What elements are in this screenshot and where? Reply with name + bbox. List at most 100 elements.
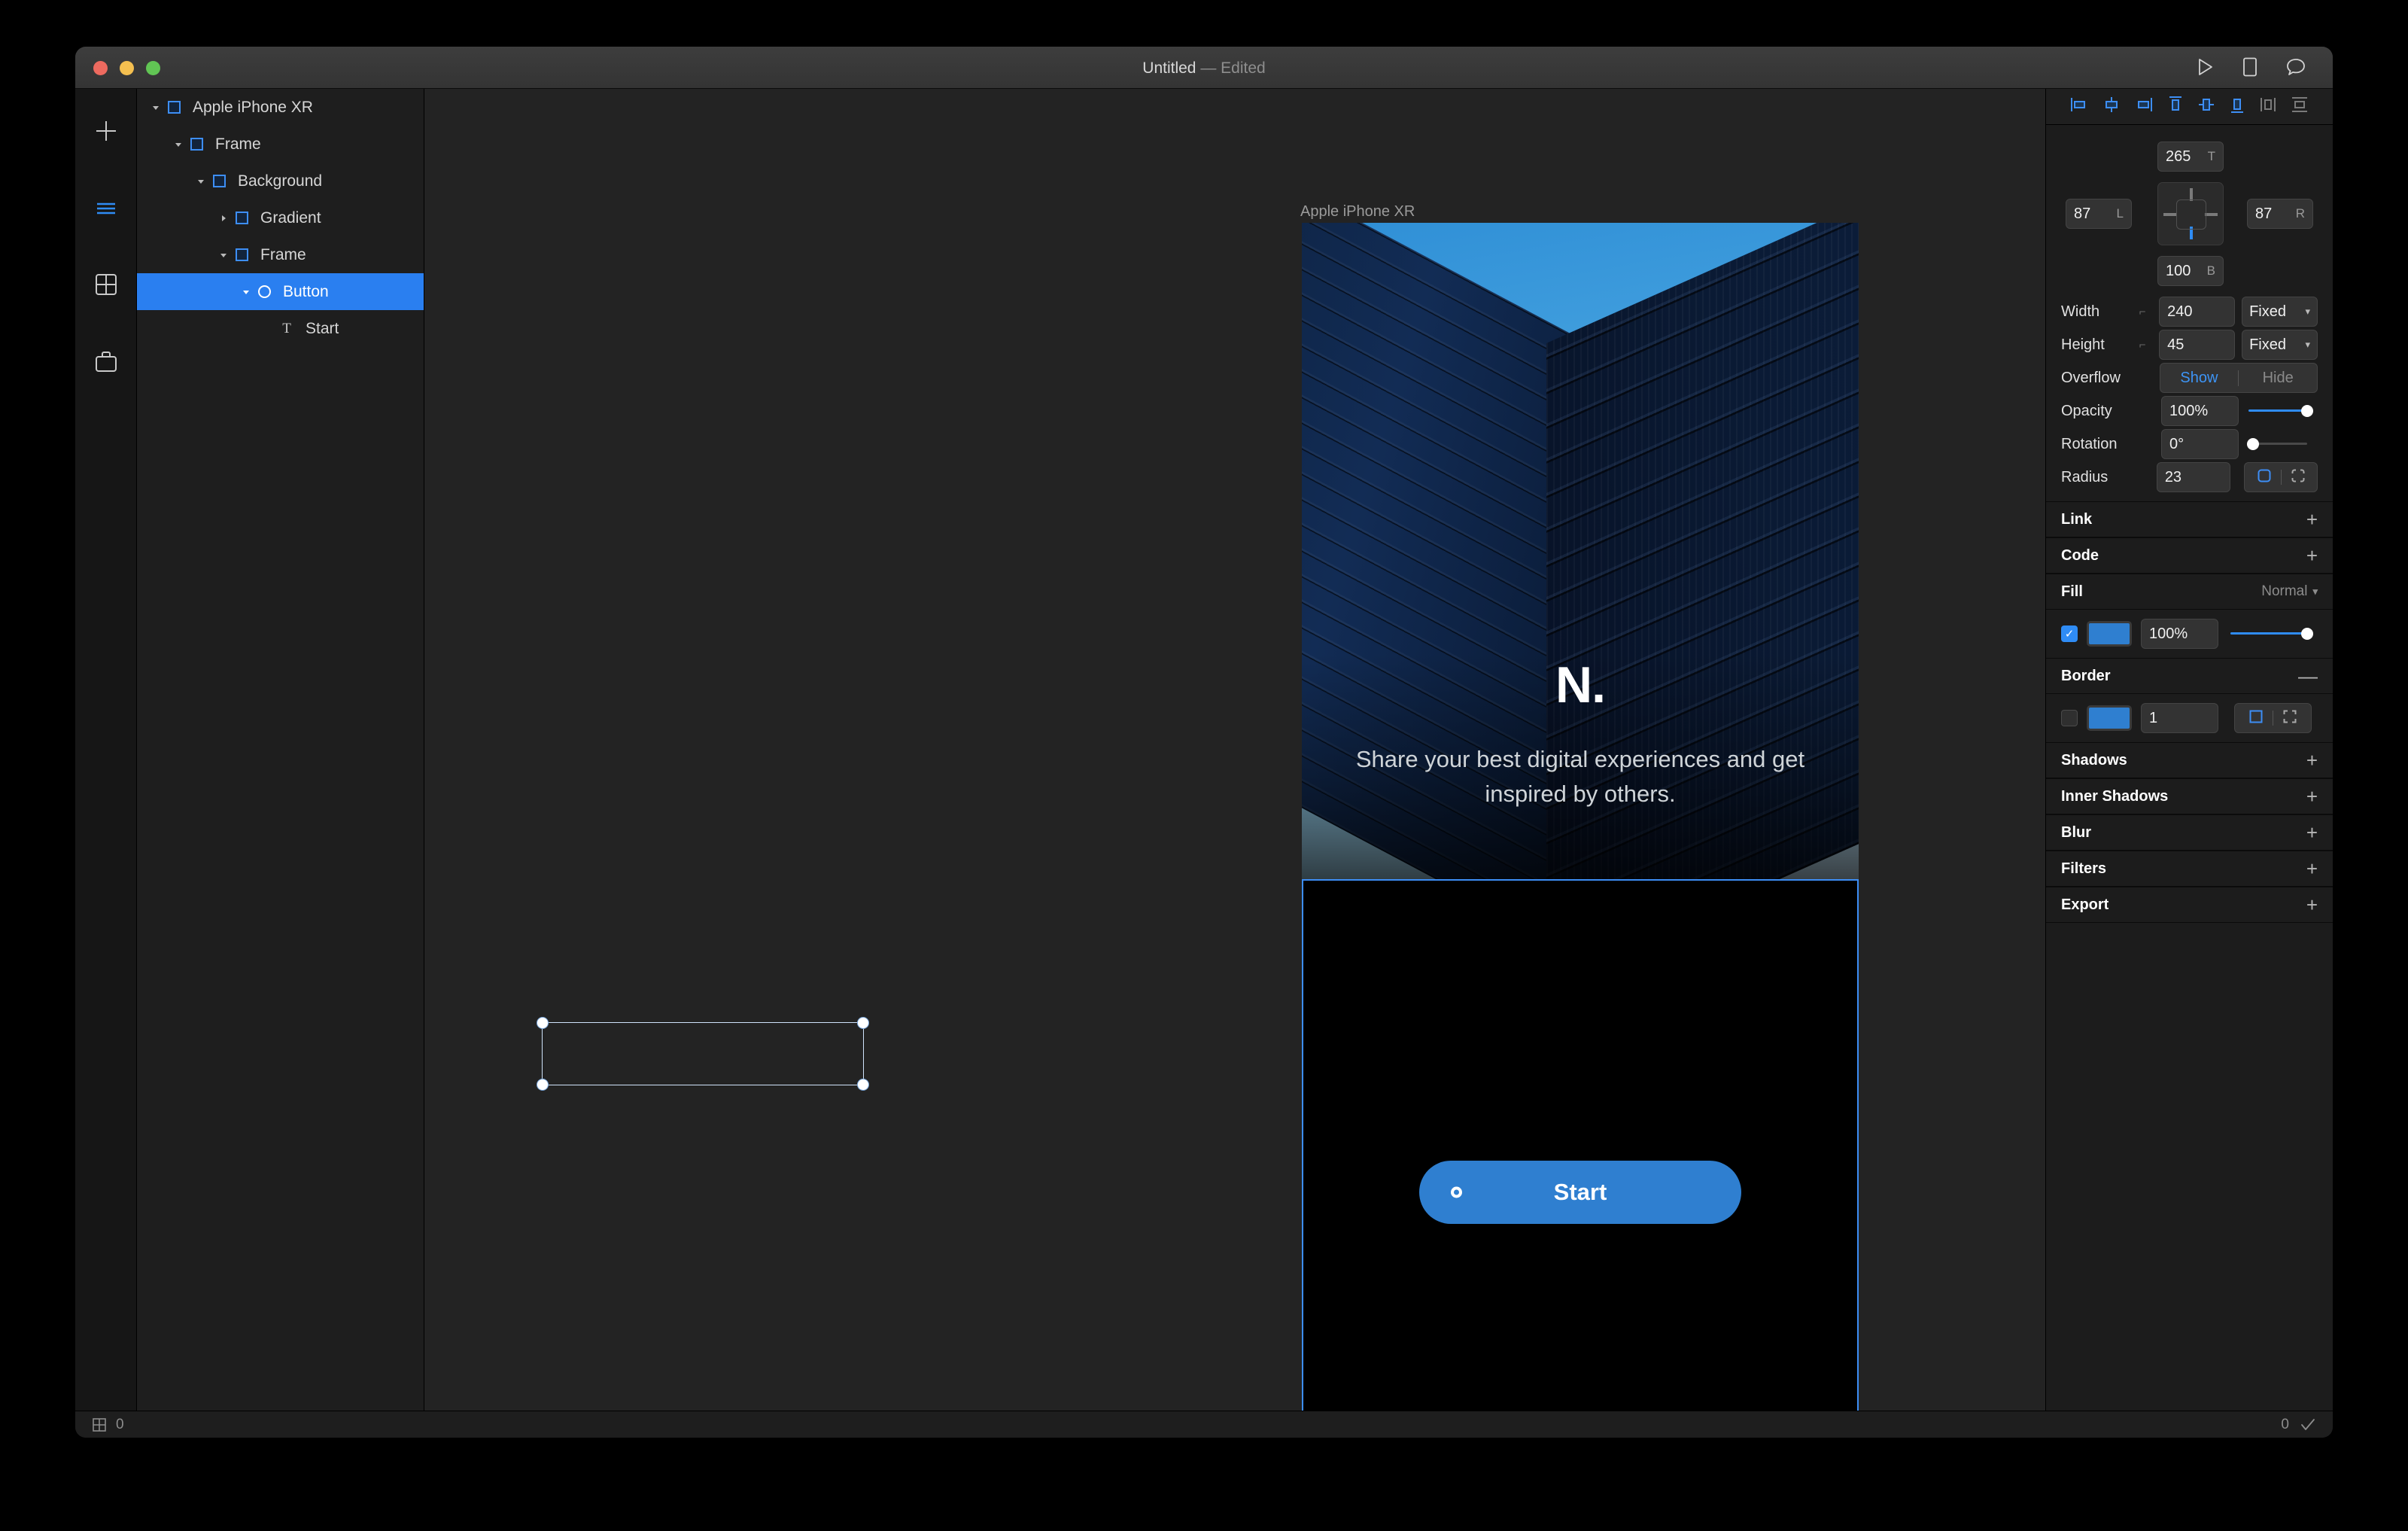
- opacity-slider[interactable]: [2245, 396, 2318, 426]
- remove-border-button[interactable]: —: [2298, 666, 2318, 686]
- layer-label: Background: [238, 172, 323, 190]
- distribute-vertical-icon[interactable]: [2290, 96, 2309, 117]
- border-mode-toggle[interactable]: [2234, 703, 2312, 733]
- border-individual-icon[interactable]: [2282, 709, 2297, 728]
- start-button[interactable]: Start: [1419, 1161, 1741, 1224]
- opacity-field[interactable]: 100%: [2161, 396, 2239, 426]
- disclosure-open-icon[interactable]: [170, 140, 187, 149]
- constraint-top-field[interactable]: 265 T: [2157, 142, 2224, 172]
- fill-color-swatch[interactable]: [2087, 621, 2132, 647]
- radius-field[interactable]: 23: [2156, 462, 2231, 492]
- fill-opacity-slider[interactable]: [2227, 619, 2318, 649]
- layers-icon[interactable]: [87, 188, 126, 227]
- resize-handle-bottom-right[interactable]: [857, 1079, 869, 1091]
- comment-icon[interactable]: [2286, 58, 2306, 76]
- border-uniform-icon[interactable]: [2248, 709, 2264, 728]
- window-title: Untitled — Edited: [75, 59, 2333, 78]
- section-blur[interactable]: Blur +: [2046, 814, 2333, 851]
- constraint-bottom-field[interactable]: 100 B: [2157, 256, 2224, 286]
- section-code[interactable]: Code +: [2046, 537, 2333, 574]
- grid-icon[interactable]: [92, 1417, 107, 1432]
- constraint-right-value: 87: [2255, 205, 2273, 222]
- disclosure-open-icon[interactable]: [238, 288, 254, 297]
- constraint-pin-box[interactable]: [2157, 182, 2224, 245]
- pin-right[interactable]: [2205, 213, 2218, 216]
- layer-row-background[interactable]: Background: [137, 163, 424, 199]
- section-fill[interactable]: Fill Normal ▾: [2046, 574, 2333, 610]
- fill-opacity-field[interactable]: 100%: [2141, 619, 2218, 649]
- artboard[interactable]: N. Share your best digital experiences a…: [1302, 223, 1859, 1411]
- overflow-show-option[interactable]: Show: [2160, 370, 2239, 387]
- height-mode-select[interactable]: Fixed ▾: [2242, 330, 2318, 360]
- layer-row-gradient[interactable]: Gradient: [137, 199, 424, 236]
- check-icon[interactable]: [2300, 1417, 2316, 1432]
- distribute-horizontal-icon[interactable]: [2259, 95, 2277, 118]
- align-bottom-icon[interactable]: [2228, 95, 2246, 118]
- disclosure-closed-icon[interactable]: [215, 214, 232, 223]
- device-icon[interactable]: [2242, 57, 2258, 77]
- hero-photo: N. Share your best digital experiences a…: [1302, 223, 1859, 879]
- components-icon[interactable]: [87, 265, 126, 304]
- border-row: 1: [2046, 694, 2333, 742]
- rotation-field[interactable]: 0°: [2161, 429, 2239, 459]
- layer-row-button[interactable]: Button: [137, 273, 424, 310]
- artboard-label[interactable]: Apple iPhone XR: [1300, 203, 1415, 221]
- constraint-right-field[interactable]: 87 R: [2247, 199, 2313, 229]
- width-mode-select[interactable]: Fixed ▾: [2242, 297, 2318, 327]
- section-shadows[interactable]: Shadows +: [2046, 742, 2333, 778]
- overflow-segmented-control[interactable]: Show Hide: [2159, 363, 2318, 393]
- section-filters[interactable]: Filters +: [2046, 851, 2333, 887]
- add-shadow-button[interactable]: +: [2306, 750, 2318, 770]
- add-inner-shadow-button[interactable]: +: [2306, 787, 2318, 806]
- add-export-button[interactable]: +: [2306, 895, 2318, 915]
- pin-left[interactable]: [2163, 213, 2176, 216]
- preview-play-icon[interactable]: [2197, 58, 2214, 76]
- lock-icon[interactable]: ⌐: [2139, 306, 2153, 318]
- add-link-button[interactable]: +: [2306, 510, 2318, 529]
- resize-handle-top-right[interactable]: [857, 1017, 869, 1029]
- border-width-field[interactable]: 1: [2141, 703, 2218, 733]
- add-filter-button[interactable]: +: [2306, 859, 2318, 878]
- radius-uniform-icon[interactable]: [2257, 468, 2272, 487]
- border-color-swatch[interactable]: [2087, 705, 2132, 731]
- align-center-horizontal-icon[interactable]: [2102, 96, 2121, 117]
- add-icon[interactable]: [87, 111, 126, 151]
- add-code-button[interactable]: +: [2306, 546, 2318, 565]
- section-export[interactable]: Export +: [2046, 887, 2333, 923]
- align-top-icon[interactable]: [2166, 95, 2185, 118]
- height-field[interactable]: 45: [2159, 330, 2236, 360]
- section-link[interactable]: Link +: [2046, 501, 2333, 537]
- rotation-slider[interactable]: [2245, 429, 2318, 459]
- section-border[interactable]: Border —: [2046, 658, 2333, 694]
- section-inner-shadows[interactable]: Inner Shadows +: [2046, 778, 2333, 814]
- add-blur-button[interactable]: +: [2306, 823, 2318, 842]
- resize-handle-top-left[interactable]: [537, 1017, 549, 1029]
- align-right-icon[interactable]: [2134, 96, 2154, 117]
- layer-row-start[interactable]: T Start: [137, 310, 424, 347]
- lock-link-icon[interactable]: ⌐: [2139, 339, 2153, 352]
- disclosure-open-icon[interactable]: [193, 177, 209, 186]
- constraint-left-field[interactable]: 87 L: [2066, 199, 2132, 229]
- canvas-area[interactable]: Apple iPhone XR N. Share your best digit…: [424, 89, 2045, 1411]
- layer-row-frame-nested[interactable]: Frame: [137, 236, 424, 273]
- align-left-icon[interactable]: [2069, 96, 2089, 117]
- border-enabled-checkbox[interactable]: [2061, 710, 2078, 726]
- lower-frame[interactable]: Start: [1302, 879, 1859, 1411]
- app-body: Apple iPhone XR Frame Background Gradien…: [75, 89, 2333, 1411]
- align-center-vertical-icon[interactable]: [2197, 95, 2215, 118]
- fill-enabled-checkbox[interactable]: ✓: [2061, 625, 2078, 642]
- fill-blend-mode[interactable]: Normal: [2261, 583, 2307, 600]
- layer-row-frame[interactable]: Frame: [137, 126, 424, 163]
- resize-handle-bottom-left[interactable]: [537, 1079, 549, 1091]
- radius-mode-toggle[interactable]: [2244, 462, 2318, 492]
- disclosure-open-icon[interactable]: [215, 251, 232, 260]
- opacity-label: Opacity: [2061, 402, 2112, 419]
- overflow-hide-option[interactable]: Hide: [2239, 370, 2317, 387]
- layer-row-apple-iphone-xr[interactable]: Apple iPhone XR: [137, 89, 424, 126]
- corner-radius-handle[interactable]: [1451, 1186, 1462, 1198]
- width-field[interactable]: 240: [2159, 297, 2236, 327]
- radius-individual-icon[interactable]: [2291, 468, 2306, 487]
- disclosure-open-icon[interactable]: [147, 103, 164, 112]
- assets-icon[interactable]: [87, 342, 126, 381]
- geometry-section: 265 T 87 L 87 R 100 B Width ⌐ 240 Fixed …: [2046, 125, 2333, 501]
